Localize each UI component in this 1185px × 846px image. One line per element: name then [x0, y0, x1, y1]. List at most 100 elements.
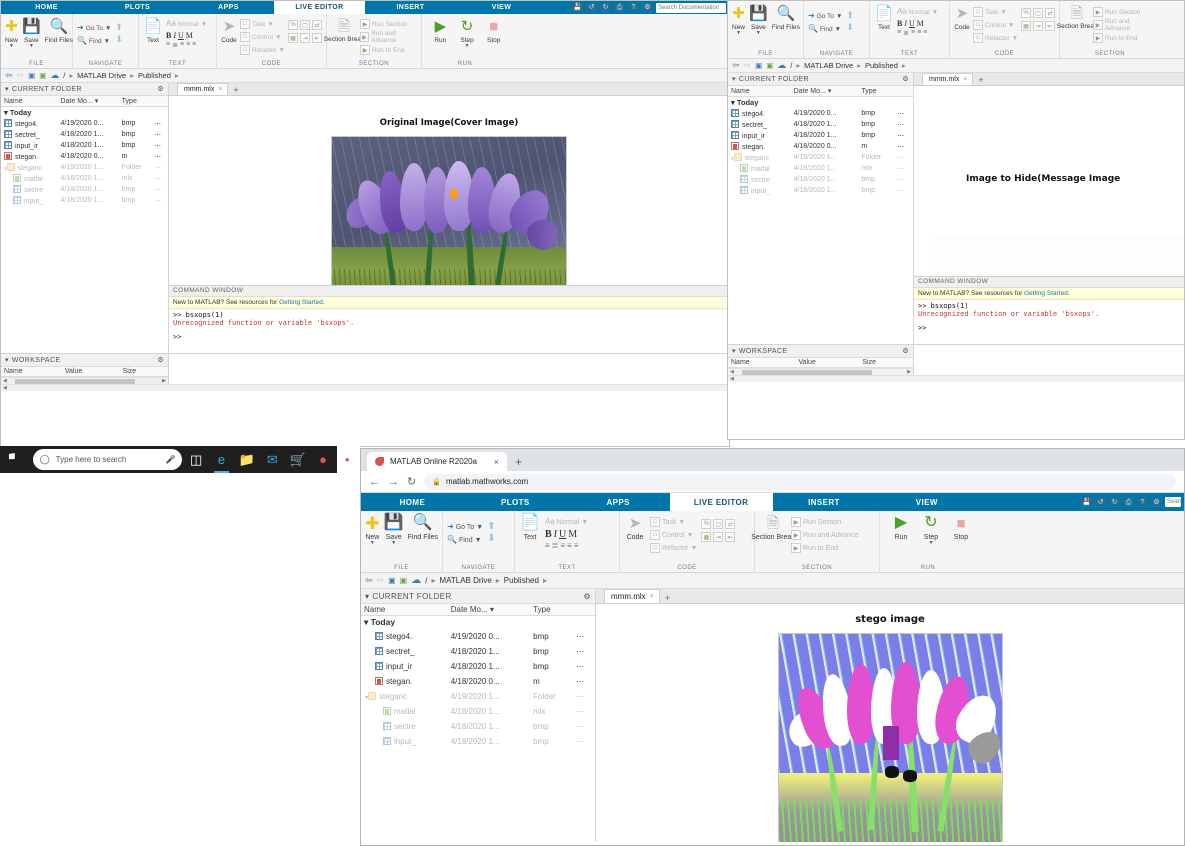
- help-icon[interactable]: ?: [628, 2, 639, 13]
- uncomment-icon[interactable]: ▢: [1033, 8, 1043, 18]
- align-center-icon[interactable]: ≡: [917, 29, 921, 37]
- expand-icon[interactable]: ▾: [731, 98, 735, 107]
- table-row[interactable]: matlal 4/18/2020 1... mlx ⋯: [361, 704, 595, 719]
- align-left-icon[interactable]: ≡: [180, 41, 184, 49]
- breadcrumb-item-matlab-drive[interactable]: MATLAB Drive: [77, 71, 126, 80]
- back-icon[interactable]: ←: [369, 476, 380, 488]
- table-row[interactable]: sectre 4/18/2020 1... bmp ⋯: [361, 719, 595, 734]
- row-menu-icon[interactable]: ⋯: [573, 734, 595, 749]
- breadcrumb-item-matlab-drive[interactable]: MATLAB Drive: [439, 576, 491, 585]
- align-left-icon[interactable]: ≡: [911, 29, 915, 37]
- task-dropdown[interactable]: □ Task ▼: [239, 18, 285, 30]
- row-menu-icon[interactable]: ⋯: [151, 173, 168, 184]
- table-row[interactable]: sectre 4/18/2020 1... bmp ⋯: [728, 174, 913, 185]
- text-button[interactable]: 📄 Text: [874, 3, 894, 32]
- browser-tab-matlab-online[interactable]: MATLAB Online R2020a ×: [367, 452, 507, 471]
- edge-icon[interactable]: e: [210, 446, 233, 473]
- chevron-down-icon[interactable]: ▼: [267, 21, 273, 28]
- back-arrow-icon[interactable]: ⇦: [5, 70, 13, 81]
- italic-button[interactable]: I: [173, 31, 176, 40]
- section-break-button[interactable]: 🗎 Section Break: [751, 513, 795, 542]
- save-button[interactable]: 💾 Save ▼: [749, 3, 768, 36]
- run-to-end-button[interactable]: ▶ Run to End: [360, 44, 417, 56]
- chevron-down-icon[interactable]: ▼: [1000, 9, 1006, 16]
- start-button[interactable]: [0, 446, 31, 473]
- row-menu-icon[interactable]: ⋯: [573, 674, 595, 689]
- save-icon[interactable]: 💾: [1081, 497, 1092, 507]
- column-name[interactable]: Name: [1, 367, 62, 377]
- matlab-window-back-left[interactable]: HOME PLOTS APPS LIVE EDITOR INSERT VIEW …: [0, 0, 730, 447]
- text-format-buttons[interactable]: B I U M: [897, 19, 938, 28]
- underline-button[interactable]: U: [178, 31, 184, 40]
- chevron-down-icon[interactable]: ▼: [279, 47, 285, 54]
- control-dropdown[interactable]: □ Control ▼: [239, 31, 285, 43]
- breadcrumb-root[interactable]: /: [63, 71, 65, 80]
- go-to-button[interactable]: ➜ Go To ▼: [447, 521, 483, 533]
- row-menu-icon[interactable]: ⋯: [151, 195, 168, 206]
- monospace-button[interactable]: M: [568, 529, 577, 540]
- numbered-list-icon[interactable]: ≣: [903, 29, 909, 37]
- column-value[interactable]: Value: [61, 367, 120, 377]
- tab-live-editor[interactable]: LIVE EDITOR: [274, 1, 365, 14]
- table-row[interactable]: stego4. 4/19/2020 0... bmp ⋯: [361, 629, 595, 644]
- workspace-scrollbar[interactable]: ◀ ▶: [1, 377, 168, 384]
- nav-down-icon[interactable]: ⬇: [115, 34, 123, 45]
- style-dropdown[interactable]: Aa Normal ▼: [166, 18, 207, 30]
- bullet-list-icon[interactable]: ≡: [897, 29, 901, 37]
- text-button[interactable]: 📄 Text: [143, 16, 163, 45]
- run-section-button[interactable]: ▶ Run Section: [360, 18, 417, 30]
- panel-settings-icon[interactable]: ⚙: [902, 75, 909, 83]
- forward-arrow-icon[interactable]: ⇨: [17, 70, 25, 81]
- go-to-button[interactable]: ➜ Go To ▼: [808, 10, 842, 22]
- align-right-icon[interactable]: ≡: [923, 29, 927, 37]
- control-dropdown[interactable]: □ Control ▼: [972, 19, 1018, 31]
- align-right-icon[interactable]: ≡: [574, 541, 579, 550]
- microphone-icon[interactable]: 🎤: [165, 455, 175, 464]
- quick-access-toolbar-3[interactable]: 💾 ↺ ↻ ⎙ ? ⚙ Search Documentation: [1078, 493, 1184, 511]
- row-menu-icon[interactable]: ⋯: [894, 185, 913, 196]
- task-dropdown[interactable]: □ Task ▼: [972, 6, 1018, 18]
- editor-tab-bar[interactable]: mmm.mlx × +: [169, 83, 729, 96]
- refactor-dropdown[interactable]: □ Refactor ▼: [239, 44, 285, 56]
- column-type[interactable]: Type: [118, 96, 152, 107]
- go-to-button[interactable]: ➜ Go To ▼: [77, 22, 111, 34]
- table-row[interactable]: stegan. 4/18/2020 0... m ⋯: [728, 141, 913, 152]
- table-row[interactable]: input_ir 4/18/2020 1... bmp ⋯: [1, 140, 168, 151]
- panel-settings-icon[interactable]: ⚙: [157, 356, 164, 364]
- run-to-end-button[interactable]: ▶ Run to End: [1093, 32, 1156, 44]
- text-button[interactable]: 📄 Text: [519, 513, 541, 542]
- chevron-down-icon[interactable]: ▼: [932, 9, 938, 16]
- chevron-down-icon[interactable]: ▼: [275, 34, 281, 41]
- row-menu-icon[interactable]: ⋯: [573, 629, 595, 644]
- code-button[interactable]: ➤ Code: [624, 513, 646, 542]
- editor-tab-mmm-mlx[interactable]: mmm.mlx ×: [604, 589, 660, 603]
- table-row[interactable]: input_ir 4/18/2020 1... bmp ⋯: [361, 659, 595, 674]
- undo-icon[interactable]: ↺: [1095, 497, 1106, 507]
- bullet-list-icon[interactable]: ≡: [545, 541, 550, 550]
- chevron-down-icon[interactable]: ▼: [581, 519, 588, 526]
- workspace-scrollbar-2[interactable]: ◀ ▶: [728, 368, 913, 375]
- chevron-down-icon[interactable]: ▼: [690, 545, 697, 552]
- run-button[interactable]: ▶ Run: [890, 513, 912, 542]
- find-button[interactable]: 🔍 Find ▼: [77, 35, 111, 47]
- command-window-body[interactable]: >> bsxops(1) Unrecognized function or va…: [169, 309, 729, 353]
- panel-settings-icon[interactable]: ⚙: [157, 85, 164, 93]
- table-row[interactable]: matlal 4/18/2020 1... mlx ⋯: [728, 163, 913, 174]
- expand-icon[interactable]: ▾: [4, 108, 8, 117]
- url-bar[interactable]: 🔒 matlab.mathworks.com: [424, 473, 1176, 490]
- command-window-2[interactable]: COMMAND WINDOW New to MATLAB? See resour…: [914, 276, 1184, 344]
- up-folder-icon[interactable]: ▣: [388, 576, 396, 585]
- current-folder-table[interactable]: Name Date Mo... ▾ Type ▾ Today stego4. 4/…: [1, 96, 168, 206]
- row-menu-icon[interactable]: ⋯: [894, 163, 913, 174]
- up-folder-icon[interactable]: ▣: [755, 61, 762, 70]
- indent-right-icon[interactable]: ⇥: [713, 532, 724, 542]
- save-button[interactable]: 💾 Save ▼: [384, 513, 404, 546]
- breadcrumb-item-published[interactable]: Published: [865, 61, 898, 70]
- browser-nav-bar[interactable]: ← → ↻ 🔒 matlab.mathworks.com: [361, 471, 1184, 493]
- table-row[interactable]: ▾ steganc 4/19/2020 1... Folder ⋯: [1, 162, 168, 173]
- search-documentation-input[interactable]: Search Documentation: [656, 2, 726, 13]
- panel-settings-icon[interactable]: ⚙: [583, 592, 591, 601]
- command-window[interactable]: COMMAND WINDOW New to MATLAB? See resour…: [169, 285, 729, 353]
- chevron-down-icon[interactable]: ▼: [678, 519, 685, 526]
- ribbon-body[interactable]: ✚ New ▼ 💾 Save ▼ 🔍 Find Files FILE ➜ Go …: [1, 14, 729, 69]
